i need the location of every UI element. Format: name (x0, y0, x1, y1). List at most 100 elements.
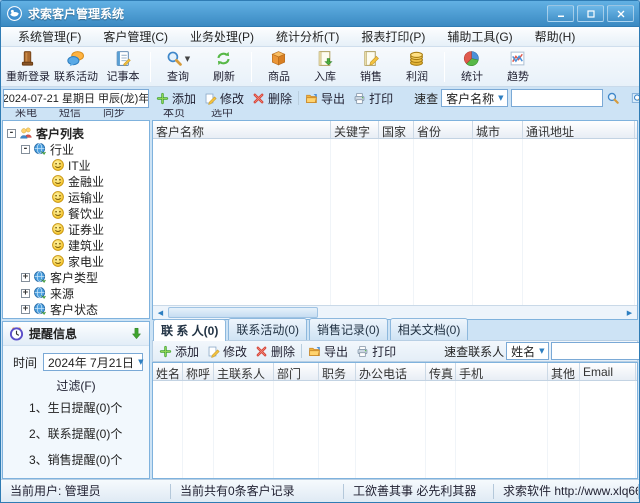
column-header[interactable]: 称呼 (183, 363, 214, 380)
action-button[interactable] (301, 344, 303, 358)
column-header[interactable]: 城市 (473, 121, 523, 138)
advanced-search-icon[interactable] (631, 91, 640, 105)
menu-item[interactable]: 业务处理(P) (179, 26, 265, 47)
menu-item[interactable]: 辅助工具(G) (436, 26, 523, 47)
toolbar-button[interactable]: 联系活动 (52, 48, 100, 86)
toolbar-button[interactable]: 商品 (256, 48, 302, 86)
column-header[interactable]: 职务 (319, 363, 356, 380)
toolbar-button[interactable]: ▼ 查询 (155, 48, 201, 86)
action-button[interactable]: 删除 (251, 343, 299, 360)
expand-toggle[interactable]: + (21, 288, 30, 298)
expand-toggle[interactable]: - (21, 144, 30, 154)
toolbar-button[interactable]: 刷新 (201, 48, 247, 86)
scroll-right-arrow[interactable]: ▶ (622, 306, 637, 319)
column-header[interactable]: 其他 (548, 363, 580, 380)
action-button[interactable]: 修改 (200, 90, 248, 107)
action-button[interactable]: 删除 (248, 90, 296, 107)
reminder-item[interactable]: 1、生日提醒(0)个 (3, 395, 149, 421)
tree-node[interactable]: 家电业 (5, 253, 147, 269)
toolbar-button[interactable]: 利润 (394, 48, 440, 86)
partial-tab[interactable]: 选中 (211, 109, 233, 119)
tree-node-label: 客户类型 (50, 270, 99, 285)
search-icon[interactable] (606, 91, 620, 105)
menu-item[interactable]: 报表打印(P) (350, 26, 436, 47)
expand-toggle[interactable]: - (7, 128, 16, 138)
tree-node[interactable]: 金融业 (5, 173, 147, 189)
expand-toggle[interactable]: + (21, 272, 30, 282)
toolbar-button[interactable] (444, 51, 445, 82)
column-header[interactable]: 主联系人 (214, 363, 274, 380)
menu-item[interactable]: 帮助(H) (524, 26, 587, 47)
tree-node[interactable]: + 客户状态 (5, 301, 147, 317)
action-button[interactable]: 修改 (203, 343, 251, 360)
partial-tab[interactable]: 本页 (163, 109, 185, 119)
column-header[interactable]: 通讯地址 (523, 121, 635, 138)
column-header[interactable]: 手机 (456, 363, 548, 380)
menu-item[interactable]: 系统管理(F) (7, 26, 92, 47)
tree-node[interactable]: + 业务员 (5, 317, 147, 318)
toolbar-button-icon (270, 50, 287, 67)
toolbar-button[interactable]: 记事本 (100, 48, 146, 86)
contact-search-input[interactable] (550, 342, 639, 360)
reminder-item[interactable]: 3、销售提醒(0)个 (3, 447, 149, 473)
tree-node[interactable]: + 客户类型 (5, 269, 147, 285)
toolbar-button-label: 趋势 (507, 70, 529, 83)
scroll-left-arrow[interactable]: ◀ (153, 306, 168, 319)
reminder-item[interactable]: 2、联系提醒(0)个 (3, 421, 149, 447)
action-button[interactable] (298, 91, 300, 105)
detail-tab[interactable]: 联系活动(0) (228, 318, 308, 340)
action-button[interactable]: 打印 (352, 343, 400, 360)
toolbar-button[interactable]: 统计 (449, 48, 495, 86)
customer-search-input[interactable] (510, 89, 603, 107)
column-header[interactable]: 姓名 (153, 363, 183, 380)
toolbar-button[interactable]: 重新登录 (4, 48, 52, 86)
scrollbar-thumb[interactable] (168, 307, 318, 318)
tree-node[interactable]: - 行业 (5, 141, 147, 157)
menu-item[interactable]: 统计分析(T) (265, 26, 350, 47)
tree-node[interactable]: 建筑业 (5, 237, 147, 253)
column-header[interactable]: 省份 (414, 121, 473, 138)
detail-tab[interactable]: 相关文档(0) (389, 318, 469, 340)
toolbar-button[interactable] (251, 51, 252, 82)
column-header[interactable]: 办公电话 (356, 363, 426, 380)
close-button[interactable] (607, 5, 634, 22)
column-header[interactable]: 关键字 (331, 121, 379, 138)
column-header[interactable]: 客户名称 (153, 121, 331, 138)
maximize-button[interactable] (577, 5, 604, 22)
action-button[interactable]: 导出 (301, 90, 349, 107)
customer-table-body[interactable] (153, 139, 637, 305)
tree-node[interactable]: + 来源 (5, 285, 147, 301)
toolbar-button[interactable]: 销售 (348, 48, 394, 86)
expand-toggle[interactable]: + (21, 304, 30, 314)
reminder-date-select[interactable]: 2024年 7月21日 ▼ (43, 353, 143, 371)
tree-node[interactable]: - 客户列表 (5, 125, 147, 141)
tree-node[interactable]: 餐饮业 (5, 205, 147, 221)
column-header[interactable]: 部门 (274, 363, 319, 380)
menu-item[interactable]: 客户管理(C) (92, 26, 179, 47)
tree-node[interactable]: 证券业 (5, 221, 147, 237)
detail-tab[interactable]: 销售记录(0) (309, 318, 388, 340)
contact-table-body[interactable] (153, 381, 637, 478)
filter-button[interactable]: 过滤(F) (3, 377, 149, 394)
detail-tab[interactable]: 联 系 人(0) (153, 319, 227, 341)
action-button[interactable]: 添加 (152, 90, 200, 107)
action-button[interactable]: 打印 (349, 90, 397, 107)
partial-tab[interactable]: 短信 (59, 109, 81, 119)
action-button[interactable]: 添加 (155, 343, 203, 360)
column-header[interactable]: 传真 (426, 363, 456, 380)
toolbar-button[interactable]: 入库 (302, 48, 348, 86)
partial-tab[interactable]: 来电 (15, 109, 37, 119)
column-header[interactable]: Email (580, 363, 636, 380)
contact-search-field-select[interactable]: 姓名 ▼ (506, 342, 549, 360)
tree-node[interactable]: IT业 (5, 157, 147, 173)
column-header[interactable]: 国家 (379, 121, 414, 138)
partial-tab[interactable]: 同步 (103, 109, 125, 119)
date-display[interactable]: 2024-07-21 星期日 甲辰(龙)年 (3, 88, 149, 108)
toolbar-button[interactable] (150, 51, 151, 82)
collapse-arrow-icon[interactable] (130, 327, 143, 340)
search-field-select[interactable]: 客户名称 ▼ (441, 89, 508, 107)
action-button[interactable]: 导出 (304, 343, 352, 360)
tree-node[interactable]: 运输业 (5, 189, 147, 205)
minimize-button[interactable] (547, 5, 574, 22)
toolbar-button[interactable]: 趋势 (495, 48, 541, 86)
